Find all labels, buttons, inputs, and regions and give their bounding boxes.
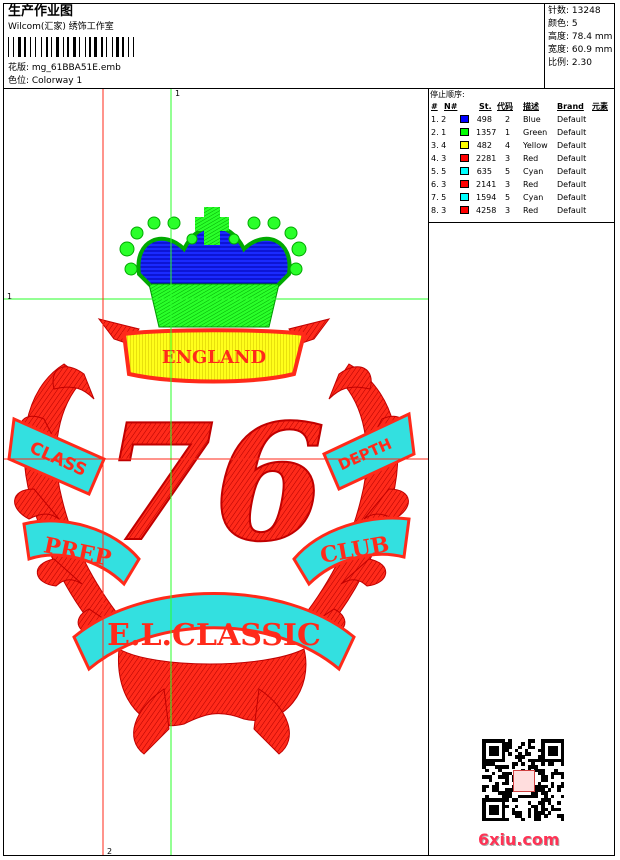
row-index: 3. 4 xyxy=(431,141,447,150)
row-description: Blue xyxy=(523,115,541,124)
barcode xyxy=(8,37,188,57)
table-bottom-line xyxy=(428,222,615,223)
color-swatch xyxy=(460,115,469,123)
row-stitches: 482 xyxy=(476,141,492,150)
row-code: 3 xyxy=(505,154,511,163)
row-code: 1 xyxy=(505,128,511,137)
table-column-divider xyxy=(428,88,429,856)
table-row: 6. 3 2141 3 Red Default xyxy=(430,178,620,191)
row-brand: Default xyxy=(557,193,587,202)
row-brand: Default xyxy=(557,128,587,137)
stop-sequence-table: 停止顺序: # N# St. 代码 描述 Brand 元素 1. 2 498 2 Bl… xyxy=(430,88,615,222)
row-index: 8. 3 xyxy=(431,206,447,215)
row-index: 2. 1 xyxy=(431,128,447,137)
row-index: 6. 3 xyxy=(431,180,447,189)
embroidery-preview: ENGLAND 76 CLASS DEPTH PREP CLUB E.L.CLA… xyxy=(4,89,428,855)
design-width: 宽度: 60.9 mm xyxy=(548,45,613,55)
color-swatch xyxy=(460,154,469,162)
row-index: 5. 5 xyxy=(431,167,447,176)
design-height: 高度: 78.4 mm xyxy=(548,32,613,42)
table-row: 7. 5 1594 5 Cyan Default xyxy=(430,191,620,204)
row-description: Red xyxy=(523,154,539,163)
color-swatch xyxy=(460,180,469,188)
table-row: 2. 1 1357 1 Green Default xyxy=(430,126,620,139)
row-stitches: 635 xyxy=(476,167,492,176)
row-brand: Default xyxy=(557,206,587,215)
qr-code xyxy=(482,739,565,822)
row-brand: Default xyxy=(557,141,587,150)
row-code: 5 xyxy=(505,193,511,202)
color-swatch xyxy=(460,128,469,136)
table-caption: 停止顺序: xyxy=(430,90,465,99)
design-number: 76 xyxy=(103,389,326,577)
row-description: Red xyxy=(523,206,539,215)
row-stitches: 1594 xyxy=(476,193,497,202)
color-swatch xyxy=(460,141,469,149)
table-row: 1. 2 498 2 Blue Default xyxy=(430,113,620,126)
table-header-row: # N# St. 代码 描述 Brand 元素 xyxy=(431,102,608,111)
guide-label-red-v: 2 xyxy=(107,847,113,855)
guide-label-green-h: 1 xyxy=(7,292,13,301)
guide-label-green-v: 1 xyxy=(175,89,181,98)
row-stitches: 2281 xyxy=(476,154,497,163)
row-index: 4. 3 xyxy=(431,154,447,163)
row-description: Yellow xyxy=(523,141,548,150)
ribbon-bottom-text: E.L.CLASSIC xyxy=(107,618,321,653)
row-brand: Default xyxy=(557,154,587,163)
row-code: 2 xyxy=(505,115,511,124)
page-title: 生产作业图 xyxy=(8,4,74,19)
color-swatch xyxy=(460,193,469,201)
stats-divider xyxy=(544,3,545,88)
row-index: 1. 2 xyxy=(431,115,447,124)
design-preview: ENGLAND 76 CLASS DEPTH PREP CLUB E.L.CLA… xyxy=(4,89,428,855)
stitch-count: 针数: 13248 xyxy=(548,6,601,16)
row-description: Green xyxy=(523,128,548,137)
row-code: 5 xyxy=(505,167,511,176)
row-code: 4 xyxy=(505,141,511,150)
row-brand: Default xyxy=(557,180,587,189)
row-stitches: 4258 xyxy=(476,206,497,215)
row-description: Cyan xyxy=(523,167,544,176)
bottom-bow xyxy=(117,648,307,755)
table-row: 8. 3 4258 3 Red Default xyxy=(430,204,620,217)
row-description: Cyan xyxy=(523,193,544,202)
colorway-label: 色位: Colorway 1 xyxy=(8,76,83,86)
row-code: 3 xyxy=(505,180,511,189)
row-brand: Default xyxy=(557,167,587,176)
qr-logo-icon xyxy=(513,770,535,792)
color-swatch xyxy=(460,167,469,175)
table-row: 4. 3 2281 3 Red Default xyxy=(430,152,620,165)
table-row: 3. 4 482 4 Yellow Default xyxy=(430,139,620,152)
row-index: 7. 5 xyxy=(431,193,447,202)
design-scale: 比例: 2.30 xyxy=(548,58,592,68)
watermark: 6xiu.com xyxy=(478,830,560,849)
row-stitches: 498 xyxy=(476,115,492,124)
table-row: 5. 5 635 5 Cyan Default xyxy=(430,165,620,178)
top-banner: ENGLAND xyxy=(97,318,331,384)
crown xyxy=(119,207,307,328)
row-brand: Default xyxy=(557,115,587,124)
company-name: Wilcom(汇家) 绣饰工作室 xyxy=(8,22,114,32)
row-code: 3 xyxy=(505,206,511,215)
design-file-label: 花版: mg_61BBA51E.emb xyxy=(8,63,121,73)
banner-top-text: ENGLAND xyxy=(162,347,266,368)
row-description: Red xyxy=(523,180,539,189)
color-swatch xyxy=(460,206,469,214)
row-stitches: 2141 xyxy=(476,180,497,189)
row-stitches: 1357 xyxy=(476,128,497,137)
color-count: 颜色: 5 xyxy=(548,19,578,29)
